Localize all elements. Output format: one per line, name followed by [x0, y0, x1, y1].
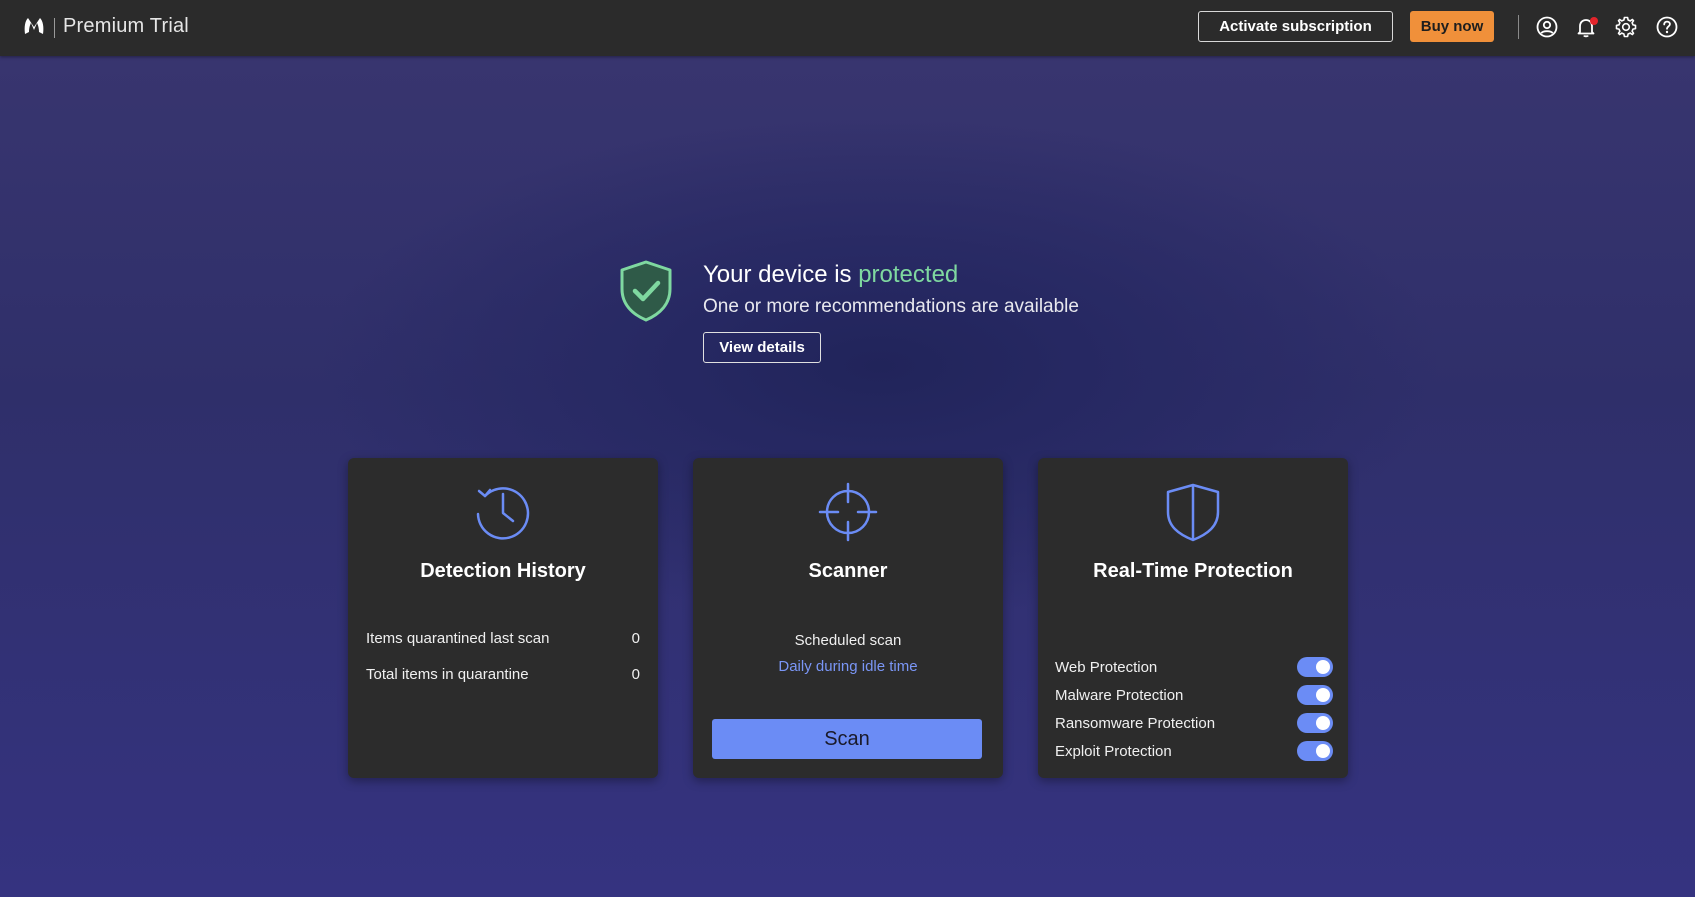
scan-button[interactable]: Scan	[712, 719, 982, 759]
ransomware-protection-toggle[interactable]	[1297, 713, 1333, 733]
scanner-card[interactable]: Scanner Scheduled scan Daily during idle…	[693, 458, 1003, 778]
web-protection-toggle[interactable]	[1297, 657, 1333, 677]
stat-value: 0	[631, 630, 640, 647]
scanner-crosshair-icon	[818, 482, 878, 542]
malware-protection-row: Malware Protection	[1055, 684, 1333, 706]
detection-history-card[interactable]: Detection History Items quarantined last…	[348, 458, 658, 778]
exploit-protection-toggle[interactable]	[1297, 741, 1333, 761]
stat-row: Total items in quarantine 0	[366, 666, 640, 683]
exploit-protection-row: Exploit Protection	[1055, 740, 1333, 762]
web-protection-row: Web Protection	[1055, 656, 1333, 678]
header-divider	[1518, 15, 1519, 39]
ransomware-protection-row: Ransomware Protection	[1055, 712, 1333, 734]
web-protection-label: Web Protection	[1055, 658, 1158, 676]
protected-shield-icon	[620, 260, 672, 322]
status-protected: protected	[858, 261, 959, 288]
protection-shield-icon	[1166, 483, 1220, 542]
stat-label: Items quarantined last scan	[366, 630, 550, 647]
brand-title: Premium Trial	[63, 15, 189, 37]
status-prefix: Your device is	[703, 261, 859, 288]
toggle-knob	[1316, 660, 1330, 674]
stat-row: Items quarantined last scan 0	[366, 630, 640, 647]
help-icon[interactable]	[1655, 15, 1679, 39]
activate-subscription-button[interactable]: Activate subscription	[1198, 11, 1393, 42]
account-icon[interactable]	[1535, 15, 1559, 39]
brand-separator	[54, 18, 55, 38]
notification-badge	[1590, 17, 1598, 25]
top-bar: Premium Trial Activate subscription Buy …	[0, 0, 1695, 56]
detection-history-title: Detection History	[420, 560, 586, 582]
scanner-title: Scanner	[808, 560, 888, 582]
ransomware-protection-label: Ransomware Protection	[1055, 714, 1216, 732]
scheduled-scan-link[interactable]: Daily during idle time	[693, 658, 1003, 675]
buy-now-button[interactable]: Buy now	[1410, 11, 1494, 42]
recommendations-subtitle: One or more recommendations are availabl…	[703, 296, 1079, 317]
history-clock-icon	[476, 487, 530, 540]
real-time-protection-card[interactable]: Real-Time Protection Web Protection Malw…	[1038, 458, 1348, 778]
settings-gear-icon[interactable]	[1614, 15, 1638, 39]
view-details-button[interactable]: View details	[703, 332, 821, 363]
real-time-protection-title: Real-Time Protection	[1093, 560, 1293, 582]
exploit-protection-label: Exploit Protection	[1055, 742, 1172, 760]
toggle-knob	[1316, 716, 1330, 730]
protection-status-title: Your device is protected	[703, 261, 958, 289]
malware-protection-toggle[interactable]	[1297, 685, 1333, 705]
stat-label: Total items in quarantine	[366, 666, 529, 683]
toggle-knob	[1316, 744, 1330, 758]
malwarebytes-logo-icon	[24, 18, 44, 34]
scheduled-scan-label: Scheduled scan	[794, 632, 902, 649]
stat-value: 0	[631, 666, 640, 683]
malware-protection-label: Malware Protection	[1055, 686, 1184, 704]
toggle-knob	[1316, 688, 1330, 702]
